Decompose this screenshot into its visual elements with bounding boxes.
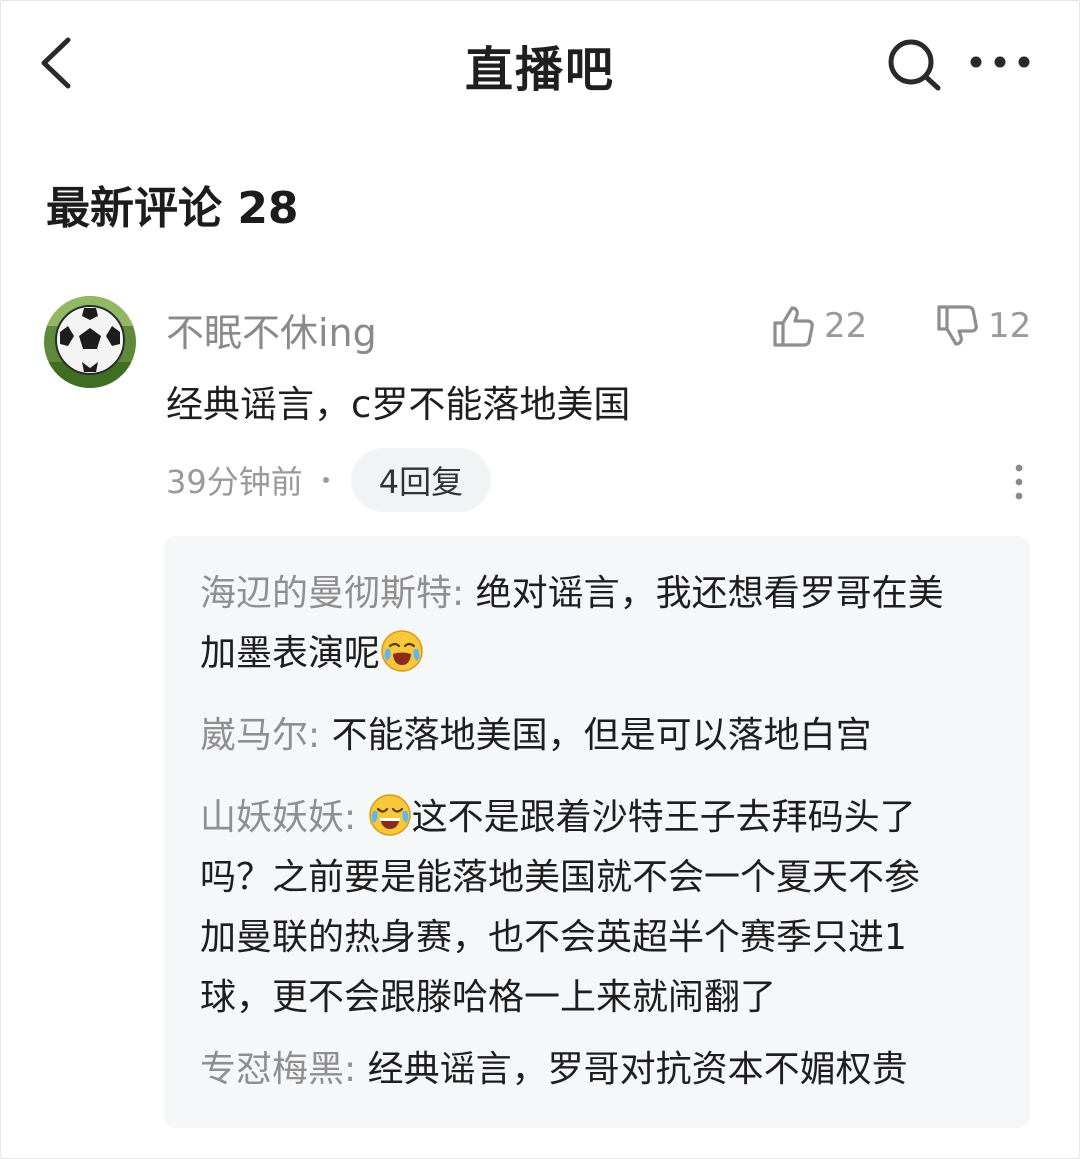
replies-button[interactable]: 4回复 xyxy=(350,448,492,512)
reply-text-line2: 吗？之前要是能落地美国就不会一个夏天不参 xyxy=(200,857,921,898)
reply-text-line3: 加曼联的热身赛，也不会英超半个赛季只进1 xyxy=(200,917,907,958)
search-icon[interactable] xyxy=(884,36,944,92)
more-vertical-icon[interactable] xyxy=(1004,462,1034,502)
reply-text: 绝对谣言，我还想看罗哥在美 xyxy=(475,573,944,614)
reply-author[interactable]: 专怼梅黑 xyxy=(200,1049,344,1090)
reply-text: 经典谣言，罗哥对抗资本不媚权贵 xyxy=(367,1049,908,1090)
reply-colon: : xyxy=(308,715,321,756)
reply-author[interactable]: 海辺的曼彻斯特 xyxy=(200,573,452,614)
top-bar: 直播吧 xyxy=(0,0,1080,130)
reply-colon: : xyxy=(452,573,465,614)
reply-item[interactable]: 崴马尔: 不能落地美国，但是可以落地白宫 xyxy=(200,706,1000,766)
comment-time: 39分钟前 xyxy=(166,463,303,501)
dislike-count: 12 xyxy=(988,306,1032,346)
reply-text: 不能落地美国，但是可以落地白宫 xyxy=(331,715,872,756)
reply-item[interactable]: 海辺的曼彻斯特: 绝对谣言，我还想看罗哥在美 加墨表演呢 xyxy=(200,564,1000,684)
reply-colon: : xyxy=(344,797,357,838)
comment-meta: 39分钟前 4回复 xyxy=(166,448,492,512)
like-button[interactable]: 22 xyxy=(770,300,867,352)
replies-panel: 海辺的曼彻斯特: 绝对谣言，我还想看罗哥在美 加墨表演呢 崴马尔: 不能落地美国… xyxy=(164,536,1030,1128)
reply-item[interactable]: 专怼梅黑: 经典谣言，罗哥对抗资本不媚权贵 xyxy=(200,1040,1000,1100)
thumbs-up-icon xyxy=(773,306,814,347)
reply-text: 这不是跟着沙特王子去拜码头了 xyxy=(411,797,916,838)
like-count: 22 xyxy=(824,306,868,346)
dislike-button[interactable]: 12 xyxy=(934,300,1031,352)
reply-author[interactable]: 崴马尔 xyxy=(200,715,308,756)
separator-dot xyxy=(322,477,329,483)
reply-text-line4: 球，更不会跟滕哈格一上来就闹翻了 xyxy=(200,977,777,1018)
reply-text-continued: 加墨表演呢 xyxy=(200,633,381,674)
comment-text: 经典谣言，c罗不能落地美国 xyxy=(166,383,631,426)
reply-colon: : xyxy=(344,1049,357,1090)
reply-item[interactable]: 山妖妖妖: 这不是跟着沙特王子去拜码头了 吗？之前要是能落地美国就不会一个夏天不… xyxy=(200,788,1000,1028)
tears-of-joy-emoji-icon xyxy=(368,794,411,836)
soccer-ball-avatar[interactable] xyxy=(44,296,136,388)
cry-laugh-emoji-icon xyxy=(381,630,423,672)
reply-author[interactable]: 山妖妖妖 xyxy=(200,797,344,838)
thumbs-down-icon xyxy=(937,305,978,346)
section-title: 最新评论 28 xyxy=(46,183,299,234)
more-horizontal-icon[interactable] xyxy=(966,44,1034,80)
comment-username[interactable]: 不眠不休ing xyxy=(166,302,377,357)
